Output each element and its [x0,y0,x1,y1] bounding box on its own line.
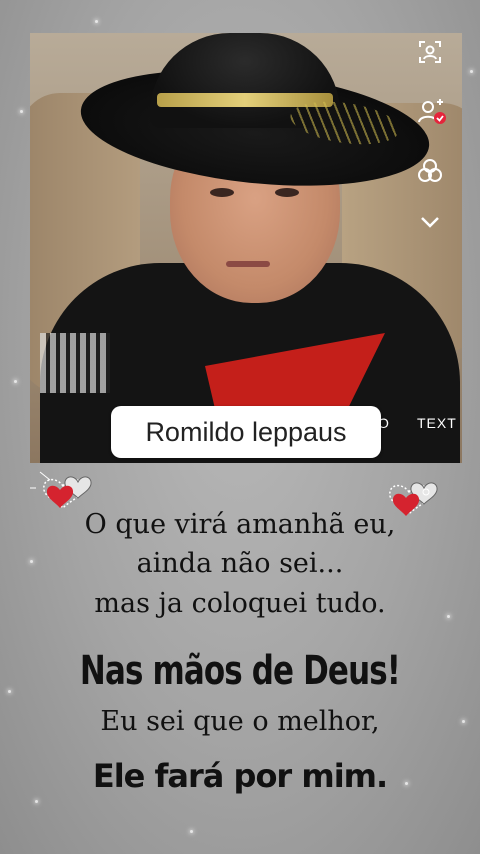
sparkle [14,380,17,383]
message-line-5: Eu sei que o melhor, [100,706,380,737]
profile-photo [30,33,462,463]
name-tag[interactable]: Romildo leppaus [111,406,381,458]
message-line-6: Ele fará por mim. [92,757,388,795]
sparkle [470,70,473,73]
message-line-2: ainda não sei... [136,548,344,579]
sparkle [95,20,98,23]
effects-icon[interactable] [414,155,446,187]
message-line-1: O que virá amanhã eu, [84,509,396,540]
sparkle [35,800,38,803]
profile-frame-icon[interactable] [416,38,444,66]
sparkle [190,830,193,833]
sparkle [20,110,23,113]
text-tool-button[interactable]: TEXT [417,415,457,431]
message-line-3: mas ja coloquei tudo. [94,588,386,619]
sparkle [8,690,11,693]
chevron-down-icon[interactable] [416,210,444,234]
add-person-icon[interactable] [414,96,448,128]
message-line-4: Nas mãos de Deus! [79,648,401,694]
